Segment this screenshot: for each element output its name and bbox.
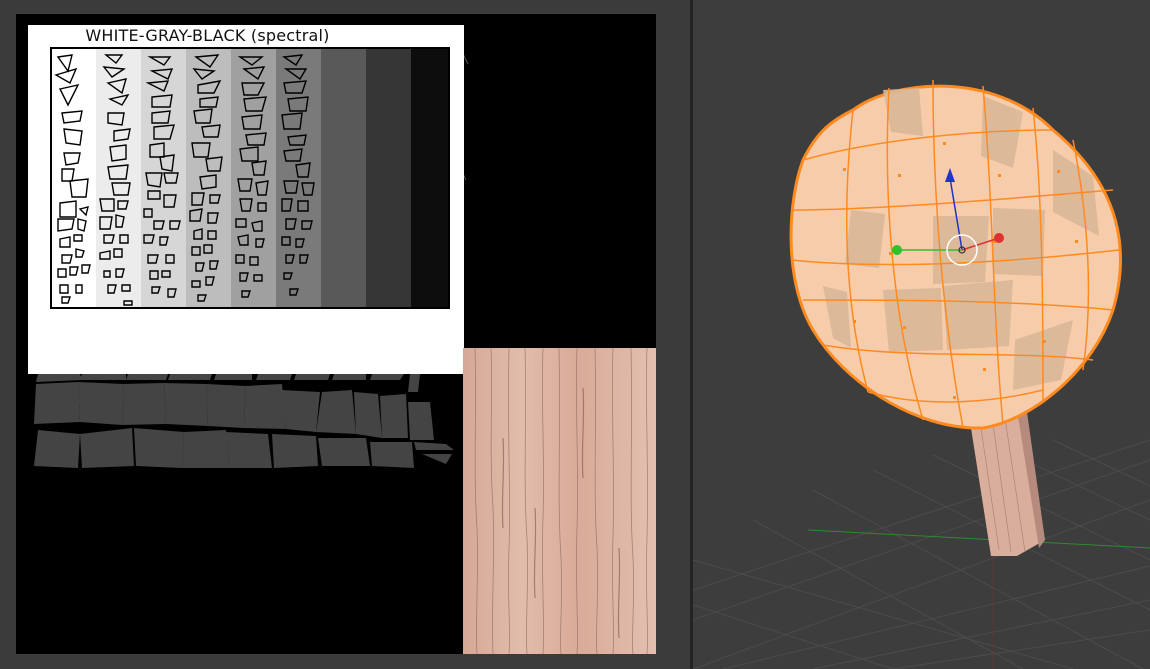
3d-viewport[interactable] bbox=[693, 0, 1150, 669]
floor-grid bbox=[693, 439, 1150, 669]
y-handle-icon[interactable] bbox=[892, 245, 902, 255]
trunk-mesh[interactable] bbox=[971, 410, 1045, 556]
test-image-card: WHITE-GRAY-BLACK (spectral) bbox=[28, 25, 464, 374]
crown-mesh[interactable] bbox=[789, 79, 1122, 430]
uv-texture-canvas[interactable]: WHITE-GRAY-BLACK (spectral) bbox=[16, 14, 656, 654]
viewport-scene[interactable] bbox=[693, 0, 1150, 669]
uv-islands[interactable] bbox=[34, 374, 454, 468]
spectral-bands bbox=[52, 49, 448, 307]
x-handle-icon[interactable] bbox=[994, 233, 1004, 243]
test-card-title: WHITE-GRAY-BLACK (spectral) bbox=[85, 26, 330, 45]
spectral-bands-frame bbox=[50, 47, 450, 309]
y-axis-line bbox=[807, 529, 1150, 549]
uv-editor[interactable]: WHITE-GRAY-BLACK (spectral) bbox=[0, 0, 690, 669]
wood-texture-island[interactable] bbox=[463, 347, 656, 654]
wood-texture bbox=[463, 347, 656, 654]
